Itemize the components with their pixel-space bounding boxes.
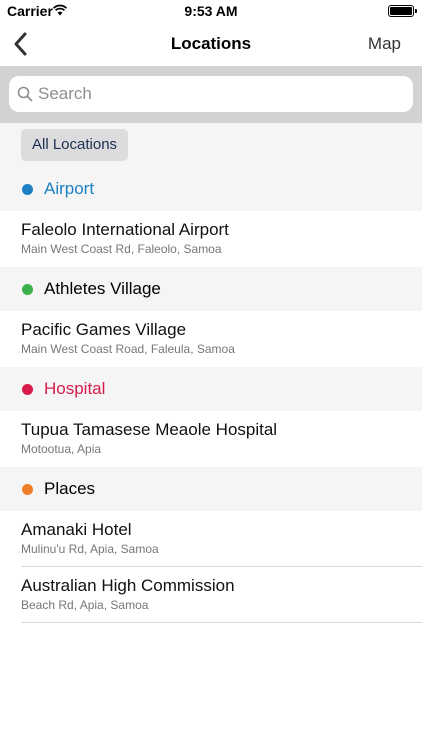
category-dot-icon xyxy=(22,184,33,195)
location-name: Amanaki Hotel xyxy=(21,520,132,539)
section-title: Hospital xyxy=(44,379,106,398)
list-item[interactable]: Pacific Games Village Main West Coast Ro… xyxy=(0,311,422,367)
location-name: Faleolo International Airport xyxy=(21,220,229,239)
navigation-bar: Locations Map xyxy=(0,22,422,66)
location-name: Australian High Commission xyxy=(21,576,235,595)
search-field[interactable] xyxy=(9,76,413,112)
category-dot-icon xyxy=(22,484,33,495)
location-address: Main West Coast Rd, Faleolo, Samoa xyxy=(21,242,222,256)
list-item[interactable]: Amanaki Hotel Mulinu'u Rd, Apia, Samoa xyxy=(0,511,422,567)
category-dot-icon xyxy=(22,284,33,295)
section-title: Athletes Village xyxy=(44,279,161,298)
list-item[interactable]: Australian High Commission Beach Rd, Api… xyxy=(0,567,422,623)
filter-bar: All Locations xyxy=(0,123,422,167)
list-item[interactable]: Tupua Tamasese Meaole Hospital Motootua,… xyxy=(0,411,422,467)
location-address: Mulinu'u Rd, Apia, Samoa xyxy=(21,542,159,556)
section-header-places: Places xyxy=(0,467,422,511)
section-header-athletes-village: Athletes Village xyxy=(0,267,422,311)
section-title: Places xyxy=(44,479,96,498)
section-title: Airport xyxy=(44,179,95,198)
page-title: Locations xyxy=(170,34,252,53)
search-input[interactable] xyxy=(38,76,398,112)
location-address: Main West Coast Road, Faleula, Samoa xyxy=(21,342,235,356)
location-name: Tupua Tamasese Meaole Hospital xyxy=(21,420,278,439)
location-name: Pacific Games Village xyxy=(21,320,187,339)
location-address: Beach Rd, Apia, Samoa xyxy=(21,598,149,612)
list-item[interactable]: Faleolo International Airport Main West … xyxy=(0,211,422,267)
clock-time: 9:53 AM xyxy=(184,3,238,19)
all-locations-filter-button[interactable]: All Locations xyxy=(21,129,129,161)
section-header-hospital: Hospital xyxy=(0,367,422,411)
battery-icon xyxy=(388,5,417,17)
location-address: Motootua, Apia xyxy=(21,442,102,456)
section-header-airport: Airport xyxy=(0,167,422,211)
row-divider xyxy=(21,622,422,623)
status-bar: Carrier 9:53 AM xyxy=(0,0,422,22)
category-dot-icon xyxy=(22,384,33,395)
search-icon xyxy=(17,86,33,102)
search-bar xyxy=(0,66,422,123)
map-button[interactable]: Map xyxy=(368,34,401,54)
